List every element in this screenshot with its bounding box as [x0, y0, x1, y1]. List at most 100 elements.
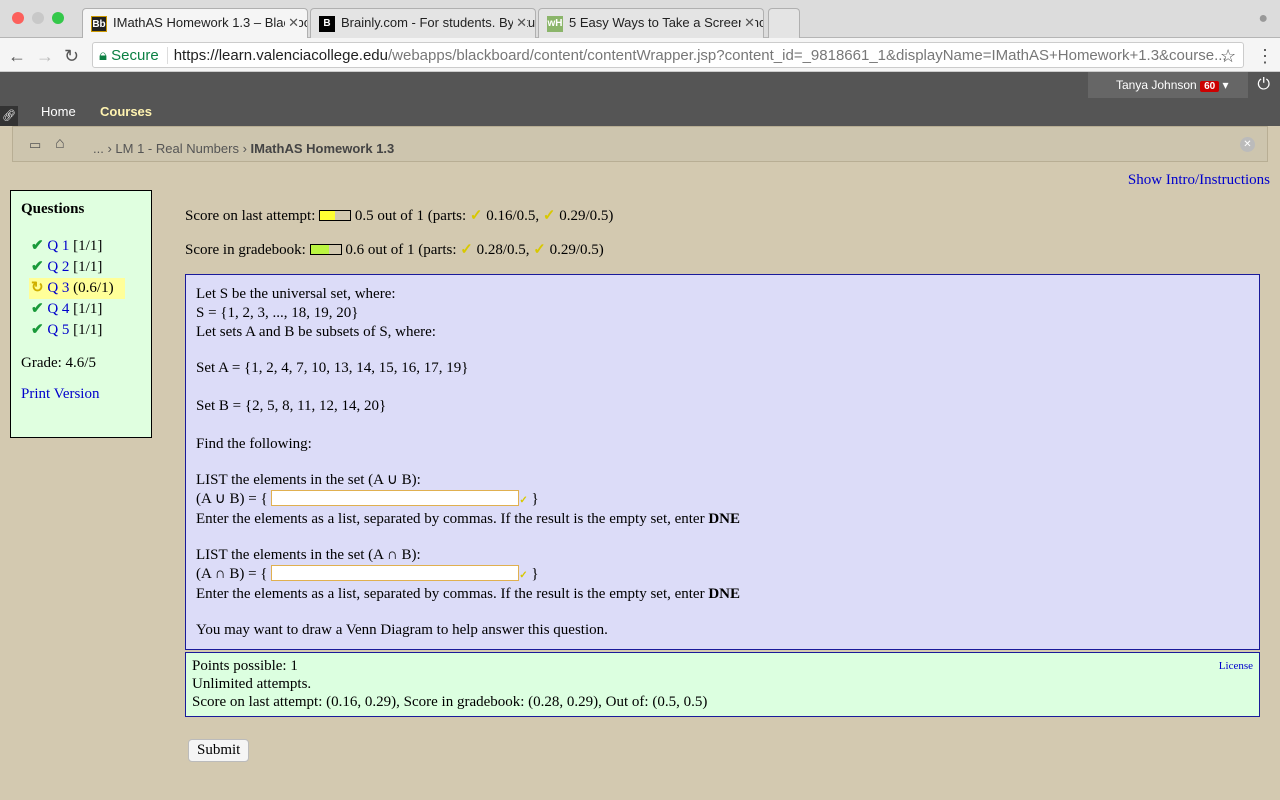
score-label: Score on last attempt:: [185, 208, 316, 224]
hint-text: Enter the elements as a list, separated …: [196, 586, 705, 602]
brace: }: [531, 491, 539, 507]
new-tab-button[interactable]: [768, 8, 800, 38]
breadcrumb-current: IMathAS Homework 1.3: [250, 141, 395, 156]
intersection-answer-input[interactable]: [271, 565, 520, 581]
home-icon[interactable]: ⌂: [55, 135, 65, 153]
question-link[interactable]: Q 5: [47, 322, 69, 338]
nav-courses[interactable]: Courses: [100, 104, 152, 119]
user-menu[interactable]: Tanya Johnson 60 ▾: [1088, 72, 1248, 98]
score-text: 0.5 out of 1 (parts:: [354, 208, 467, 224]
tab-label: IMathAS Homework 1.3 – Blackboard: [113, 15, 307, 30]
address-bar-row: ← → ↻ 🔒︎ Secure https://learn.valenciacol…: [0, 38, 1280, 72]
tab-brainly[interactable]: B Brainly.com - For students. By students…: [310, 8, 536, 38]
check-icon: ✓: [519, 570, 528, 581]
part-score: 0.29/0.5): [559, 208, 614, 224]
attempts-info: Unlimited attempts.: [192, 676, 312, 692]
maximize-window-button[interactable]: [52, 12, 64, 24]
intersection-label: (A ∩ B) = {: [196, 566, 268, 582]
logout-icon[interactable]: ⏻: [1257, 76, 1270, 94]
question-item-5[interactable]: ✔ Q 5 [1/1]: [31, 320, 141, 341]
retry-icon: ↻: [31, 280, 44, 296]
check-icon: ✓: [469, 208, 483, 224]
notification-badge: 60: [1200, 81, 1220, 92]
check-icon: ✔: [31, 238, 44, 254]
question-item-1[interactable]: ✔ Q 1 [1/1]: [31, 236, 141, 257]
score-label: Score in gradebook:: [185, 242, 306, 258]
menu-toggle-icon[interactable]: ▭: [29, 137, 41, 153]
brace: }: [531, 566, 539, 582]
score-last-attempt: Score on last attempt: 0.5 out of 1 (par…: [185, 206, 613, 225]
lock-icon: 🔒︎: [99, 47, 107, 64]
submit-button[interactable]: Submit: [188, 739, 250, 762]
tab-label: 5 Easy Ways to Take a Screenshot: [569, 15, 764, 30]
nav-home[interactable]: Home: [41, 104, 76, 119]
venn-tip: You may want to draw a Venn Diagram to h…: [196, 622, 608, 638]
close-tab-icon[interactable]: ✕: [513, 15, 527, 31]
question-box: Let S be the universal set, where: S = {…: [185, 274, 1260, 650]
breadcrumb-lm1[interactable]: LM 1 - Real Numbers: [115, 141, 239, 156]
scores-summary: Score on last attempt: (0.16, 0.29), Sco…: [192, 694, 708, 710]
question-link[interactable]: Q 4: [47, 301, 69, 317]
part-score: 0.29/0.5): [549, 242, 604, 258]
question-score: [1/1]: [73, 259, 103, 275]
question-text: Let sets A and B be subsets of S, where:: [196, 324, 436, 340]
close-tab-icon[interactable]: ✕: [741, 15, 755, 31]
question-score: [1/1]: [73, 301, 103, 317]
set-a: Set A = {1, 2, 4, 7, 10, 13, 14, 15, 16,…: [196, 360, 469, 376]
score-gradebook: Score in gradebook: 0.6 out of 1 (parts:…: [185, 240, 604, 259]
bookmark-star-icon[interactable]: ☆: [1220, 46, 1236, 67]
question-link[interactable]: Q 1: [47, 238, 69, 254]
tab-wikihow[interactable]: wH 5 Easy Ways to Take a Screenshot ✕: [538, 8, 764, 38]
question-item-3-current[interactable]: ↻ Q 3 (0.6/1): [29, 278, 125, 299]
link-icon[interactable]: 🔗︎: [0, 106, 18, 126]
part-score: 0.28/0.5,: [476, 242, 530, 258]
blackboard-header: Tanya Johnson 60 ▾ ⏻ 🔗︎: [0, 72, 1280, 126]
question-info-box: License Points possible: 1 Unlimited att…: [185, 652, 1260, 717]
questions-sidebar: Questions ✔ Q 1 [1/1] ✔ Q 2 [1/1] ↻ Q 3 …: [10, 190, 152, 438]
check-icon: ✓: [519, 495, 528, 506]
close-window-button[interactable]: [12, 12, 24, 24]
check-icon: ✓: [542, 208, 556, 224]
check-icon: ✔: [31, 301, 44, 317]
score-bar: [309, 244, 342, 255]
union-answer-input[interactable]: [271, 490, 520, 506]
menu-icon[interactable]: ⋮: [1256, 46, 1274, 67]
print-version-link[interactable]: Print Version: [21, 386, 99, 402]
license-link[interactable]: License: [1219, 657, 1253, 675]
profile-icon[interactable]: ●: [1258, 10, 1268, 28]
score-bar: [319, 210, 352, 221]
question-text: Let S be the universal set, where:: [196, 286, 396, 302]
score-text: 0.6 out of 1 (parts:: [345, 242, 457, 258]
minimize-window-button[interactable]: [32, 12, 44, 24]
hint-text: Enter the elements as a list, separated …: [196, 511, 705, 527]
dne-text: DNE: [708, 586, 741, 602]
tab-imathas[interactable]: Bb IMathAS Homework 1.3 – Blackboard✕: [82, 8, 308, 38]
wikihow-favicon-icon: wH: [547, 16, 563, 32]
question-score: [1/1]: [73, 322, 103, 338]
question-item-4[interactable]: ✔ Q 4 [1/1]: [31, 299, 141, 320]
show-intro-link[interactable]: Show Intro/Instructions: [1128, 172, 1270, 189]
brainly-favicon-icon: B: [319, 16, 335, 32]
close-tab-icon[interactable]: ✕: [285, 15, 299, 31]
points-possible: Points possible: 1: [192, 658, 298, 674]
secure-label: Secure: [111, 47, 159, 64]
url-path: /webapps/blackboard/content/contentWrapp…: [388, 47, 1227, 64]
grade-total: Grade: 4.6/5: [21, 355, 96, 371]
part-score: 0.16/0.5,: [486, 208, 540, 224]
blackboard-favicon-icon: Bb: [91, 16, 107, 32]
back-icon[interactable]: ←: [8, 46, 26, 67]
question-link[interactable]: Q 2: [47, 259, 69, 275]
reload-icon[interactable]: ↻: [64, 46, 79, 67]
forward-icon[interactable]: →: [36, 46, 54, 67]
close-icon[interactable]: ✕: [1240, 137, 1255, 152]
question-item-2[interactable]: ✔ Q 2 [1/1]: [31, 257, 141, 278]
breadcrumb-more[interactable]: ...: [93, 141, 104, 156]
url-input[interactable]: 🔒︎ Secure https://learn.valenciacollege.e…: [92, 42, 1244, 68]
part2-prompt: LIST the elements in the set (A ∩ B):: [196, 547, 421, 563]
check-icon: ✔: [31, 259, 44, 275]
question-link[interactable]: Q 3: [47, 280, 69, 296]
url-host: https://learn.valenciacollege.edu: [173, 47, 388, 64]
question-text: Find the following:: [196, 436, 312, 452]
part1-prompt: LIST the elements in the set (A ∪ B):: [196, 472, 421, 488]
tab-label: Brainly.com - For students. By students: [341, 15, 535, 30]
